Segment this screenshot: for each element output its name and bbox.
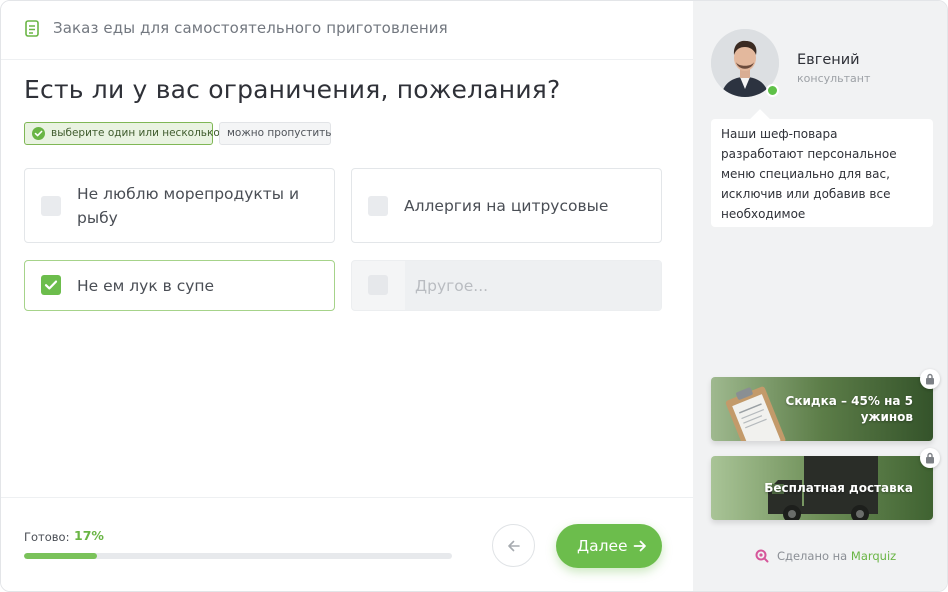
hint-skippable: можно пропустить — [219, 122, 331, 145]
option-citrus-allergy[interactable]: Аллергия на цитрусовые — [351, 168, 662, 243]
other-field — [405, 261, 661, 310]
quiz-footer: Готово: 17% Далее — [1, 497, 693, 591]
progress-bar — [24, 553, 452, 559]
quiz-header: Заказ еды для самостоятельного приготовл… — [1, 1, 693, 60]
online-status-dot — [766, 84, 779, 97]
made-prefix: Сделано на — [777, 549, 848, 563]
option-label: Аллергия на цитрусовые — [404, 197, 609, 215]
bonus-discount: Скидка – 45% на 5 ужинов — [711, 377, 933, 441]
checkbox[interactable] — [368, 275, 388, 295]
bonus-delivery-label: Бесплатная доставка — [764, 481, 913, 495]
progress-label: Готово: — [24, 530, 70, 544]
made-with-marquiz[interactable]: Сделано на Marquiz — [755, 549, 896, 563]
next-button-label: Далее — [577, 537, 628, 555]
other-input[interactable] — [405, 261, 661, 310]
progress-fill — [24, 553, 97, 559]
checkbox-checked[interactable] — [41, 275, 61, 295]
marquiz-brand: Marquiz — [850, 549, 897, 563]
lock-icon — [920, 369, 940, 389]
checkbox[interactable] — [41, 196, 61, 216]
progress-percent: 17% — [74, 528, 104, 543]
list-icon — [25, 20, 39, 37]
check-circle-icon — [32, 127, 45, 140]
quiz-main: Заказ еды для самостоятельного приготовл… — [1, 1, 693, 591]
marquiz-logo-icon — [755, 549, 769, 563]
consultant-sidebar: Евгений консультант Наши шеф-повара разр… — [693, 1, 947, 591]
lock-icon — [920, 448, 940, 468]
consultant-role: консультант — [797, 72, 871, 85]
hint-multiple-choice-label: выберите один или несколько — [51, 127, 220, 139]
option-no-onion[interactable]: Не ем лук в супе — [24, 260, 335, 311]
option-other[interactable] — [351, 260, 662, 311]
consultant-message-text: Наши шеф-повара разработают персональное… — [721, 127, 897, 221]
consultant-name: Евгений — [797, 52, 860, 68]
consultant-message: Наши шеф-повара разработают персональное… — [711, 119, 933, 227]
arrow-right-icon — [633, 540, 646, 552]
back-button[interactable] — [492, 524, 535, 567]
checkmark-icon — [44, 280, 58, 290]
next-button[interactable]: Далее — [556, 524, 662, 568]
option-no-seafood[interactable]: Не люблю морепродукты и рыбу — [24, 168, 335, 243]
arrow-left-icon — [508, 540, 520, 552]
option-label: Не люблю морепродукты и рыбу — [77, 185, 300, 227]
hint-multiple-choice: выберите один или несколько — [24, 122, 220, 145]
quiz-title: Заказ еды для самостоятельного приготовл… — [53, 19, 448, 37]
checkbox[interactable] — [368, 196, 388, 216]
option-label: Не ем лук в супе — [77, 277, 215, 295]
bonus-discount-label: Скидка – 45% на 5 ужинов — [785, 394, 913, 424]
question-title: Есть ли у вас ограничения, пожелания? — [24, 75, 561, 104]
bonus-free-delivery: Бесплатная доставка — [711, 456, 933, 520]
quiz-window: Заказ еды для самостоятельного приготовл… — [0, 0, 948, 592]
